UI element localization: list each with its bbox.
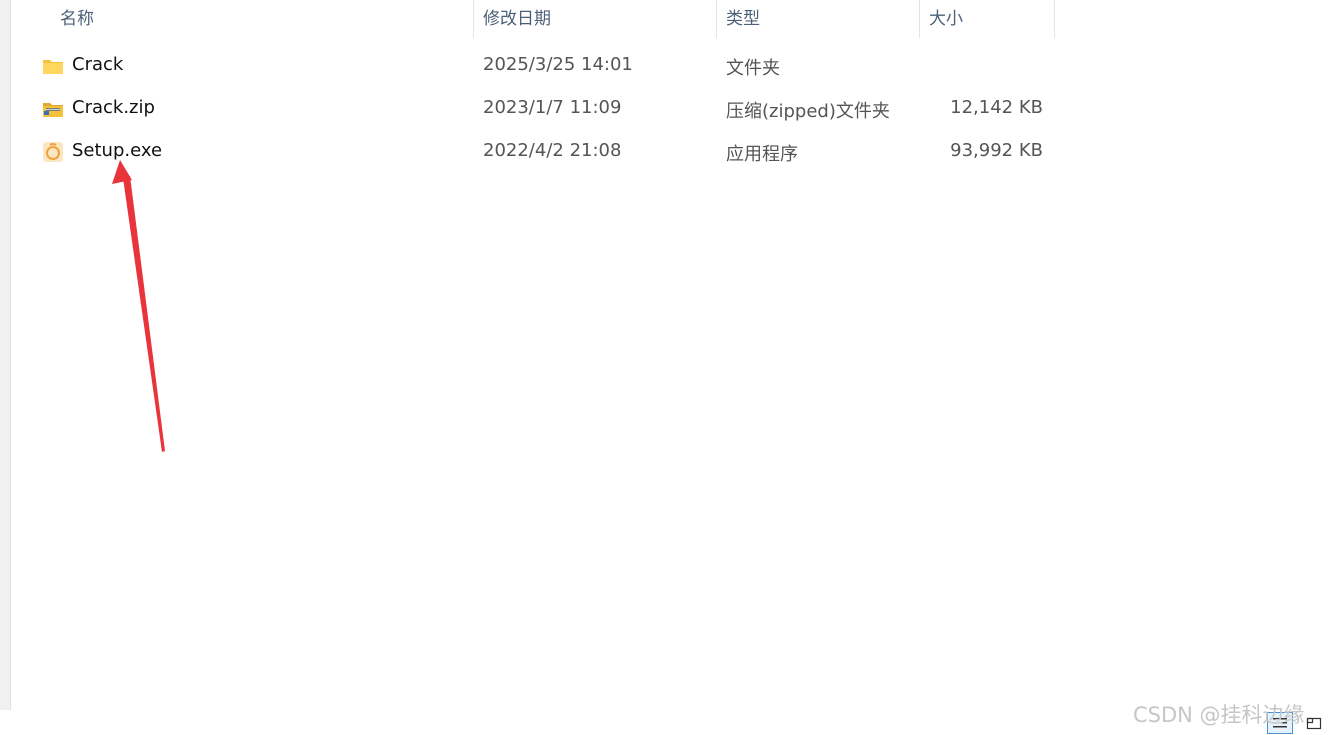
- tiles-view-button[interactable]: [1301, 712, 1327, 734]
- tiles-view-icon: [1306, 717, 1322, 730]
- annotation-arrow-head: [112, 160, 132, 184]
- watermark: CSDN @挂科边缘: [1133, 703, 1305, 727]
- annotation-arrow: [112, 160, 165, 452]
- status-bar: [0, 710, 1270, 735]
- annotation-arrow-shaft: [123, 176, 165, 452]
